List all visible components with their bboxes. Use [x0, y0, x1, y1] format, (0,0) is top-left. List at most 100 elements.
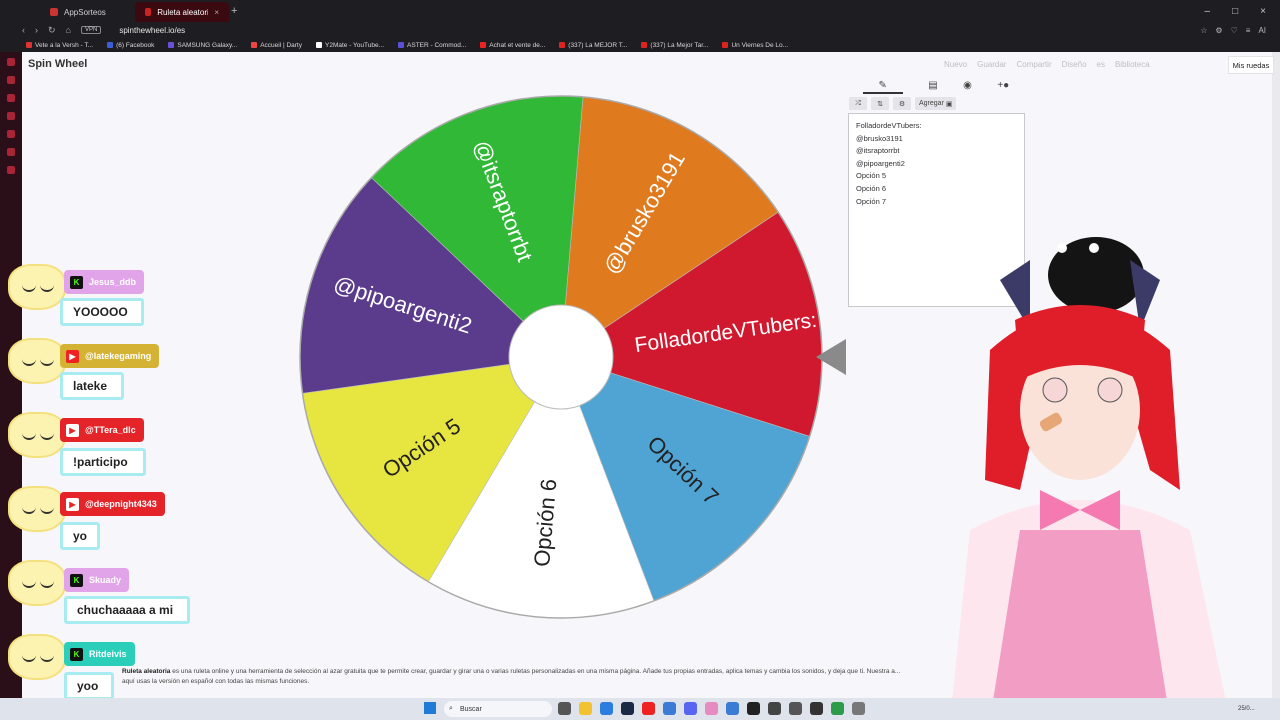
spin-wheel[interactable]: FolladordeVTubers:Opción 7Opción 6Opción… [298, 94, 824, 620]
bookmark-item[interactable]: Vete a la Versh - T... [26, 42, 93, 49]
bookmarks-bar: Vete a la Versh - T... (6) Facebook SAMS… [0, 38, 1280, 52]
youtube-icon: ▶ [66, 349, 79, 363]
menu-library[interactable]: Biblioteca [1115, 60, 1150, 69]
sidebar-app-icon[interactable] [7, 148, 15, 156]
close-tab-icon[interactable]: × [214, 8, 219, 17]
app-icon[interactable] [852, 702, 865, 715]
bookmark-favicon [722, 42, 729, 48]
avatar-emoji [8, 412, 66, 458]
chat-text: lateke [60, 372, 124, 400]
url-field[interactable]: spinthewheel.io/es [119, 26, 185, 35]
bookmark-item[interactable]: (337) La Mejor Tar... [641, 42, 708, 49]
menu-new[interactable]: Nuevo [944, 60, 967, 69]
settings-icon[interactable]: ≡ [1246, 26, 1251, 35]
bookmark-favicon [641, 42, 648, 48]
new-tab-icon[interactable]: + [231, 5, 237, 17]
obs-icon[interactable] [747, 702, 760, 715]
bookmark-icon[interactable]: ☆ [1200, 26, 1207, 35]
editor-tabs: ✎ ▤ ◉ +● [850, 80, 1022, 94]
chat-text: YOOOOO [60, 298, 144, 326]
opera-icon[interactable] [642, 702, 655, 715]
my-wheels-button[interactable]: Mis ruedas [1228, 56, 1274, 74]
taskbar-clock: 25/0... [1238, 706, 1255, 712]
entry-line: Opción 6 [856, 183, 887, 193]
bookmark-item[interactable]: ASTER - Commod... [398, 42, 466, 49]
grid-app-icon[interactable] [663, 702, 676, 715]
entry-line: @itsraptorrbt [856, 146, 900, 156]
vscode-icon[interactable] [726, 702, 739, 715]
bookmark-item[interactable]: (337) La MEJOR T... [559, 42, 627, 49]
tab-favicon [145, 8, 152, 16]
bookmark-item[interactable]: Un Viernes De Lo... [722, 42, 788, 49]
app-icon[interactable] [789, 702, 802, 715]
bookmark-favicon [107, 42, 114, 48]
kick-icon: K [70, 573, 83, 587]
maximize-icon[interactable]: □ [1232, 6, 1238, 17]
page-description: Ruleta aleatoria es una ruleta online y … [122, 667, 1022, 687]
sidebar-app-icon[interactable] [7, 58, 15, 66]
bookmark-item[interactable]: SAMSUNG Galaxy... [168, 42, 237, 49]
avatar-emoji [8, 634, 66, 680]
extensions-icon[interactable]: ⚙ [1215, 26, 1222, 35]
scrollbar[interactable] [1272, 52, 1280, 698]
close-window-icon[interactable]: × [1260, 6, 1266, 17]
app-icon[interactable] [810, 702, 823, 715]
bookmark-favicon [26, 42, 32, 48]
sidebar-app-icon[interactable] [7, 76, 15, 84]
shuffle-icon[interactable]: ⤮ [849, 97, 867, 110]
file-explorer-icon[interactable] [579, 702, 592, 715]
menu-share[interactable]: Compartir [1016, 60, 1051, 69]
menu-save[interactable]: Guardar [977, 60, 1006, 69]
tab-appsorteos[interactable]: AppSorteos [40, 2, 135, 22]
bookmark-favicon [251, 42, 258, 48]
home-icon[interactable]: ⌂ [66, 25, 71, 35]
browser-icon[interactable] [600, 702, 613, 715]
app-icon[interactable] [831, 702, 844, 715]
tab-ruleta[interactable]: Ruleta aleatoria online – n × [135, 2, 229, 22]
menu-language[interactable]: es [1097, 60, 1105, 69]
discord-icon[interactable] [684, 702, 697, 715]
steam-icon[interactable] [621, 702, 634, 715]
vpn-badge[interactable]: VPN [80, 26, 102, 34]
entry-line: Opción 5 [856, 171, 887, 181]
back-icon[interactable]: ‹ [22, 25, 25, 35]
sidebar-app-icon[interactable] [7, 94, 15, 102]
avatar-eye [1042, 377, 1068, 403]
bookmark-item[interactable]: Achat et vente de... [480, 42, 545, 49]
avatar-emoji [8, 338, 66, 384]
hide-icon[interactable]: ◉ [963, 80, 972, 94]
bookmark-item[interactable]: Y2Mate - YouTube... [316, 42, 384, 49]
add-color-icon[interactable]: +● [997, 80, 1009, 94]
bookmark-item[interactable]: Accueil | Darty [251, 42, 302, 49]
avatar-emoji [8, 486, 66, 532]
chat-username-badge: K Ritdeivis [64, 642, 135, 666]
menu-design[interactable]: Diseño [1062, 60, 1087, 69]
app-icon[interactable] [768, 702, 781, 715]
sidebar-app-icon[interactable] [7, 112, 15, 120]
add-entry-button[interactable]: Agregar ▣ [915, 97, 957, 110]
sidebar-app-icon[interactable] [7, 130, 15, 138]
sidebar-app-icon[interactable] [7, 166, 15, 174]
bookmark-item[interactable]: (6) Facebook [107, 42, 154, 49]
cat-eye [1089, 243, 1099, 253]
sort-icon[interactable]: ⇅ [871, 97, 889, 110]
pink-pinafore [990, 530, 1170, 720]
app-logo[interactable]: Spin Wheel [28, 58, 87, 70]
wheel-center-hub[interactable] [508, 304, 614, 410]
ai-button[interactable]: AI [1258, 26, 1266, 35]
chat-text: chuchaaaaa a mi [64, 596, 190, 624]
heart-icon[interactable]: ♡ [1231, 26, 1238, 35]
clipboard-icon[interactable]: ▤ [928, 80, 937, 94]
minimize-icon[interactable]: – [1205, 6, 1211, 17]
taskview-icon[interactable] [558, 702, 571, 715]
taskbar-search[interactable]: ⌕ Buscar [444, 701, 552, 717]
edit-pencil-icon[interactable]: ✎ [862, 80, 903, 94]
description-text: es una ruleta online y una herramienta d… [170, 668, 901, 675]
reload-icon[interactable]: ↻ [48, 25, 56, 36]
windows-start-icon[interactable] [424, 702, 436, 714]
forward-icon[interactable]: › [35, 25, 38, 35]
settings-gear-icon[interactable]: ⚙ [893, 97, 911, 110]
chat-username-badge: ▶ @deepnight4343 [60, 492, 165, 516]
stream-chat-overlay: K Jesus_ddb YOOOOO ▶ @latekegaming lateke … [0, 210, 220, 710]
app-icon[interactable] [705, 702, 718, 715]
